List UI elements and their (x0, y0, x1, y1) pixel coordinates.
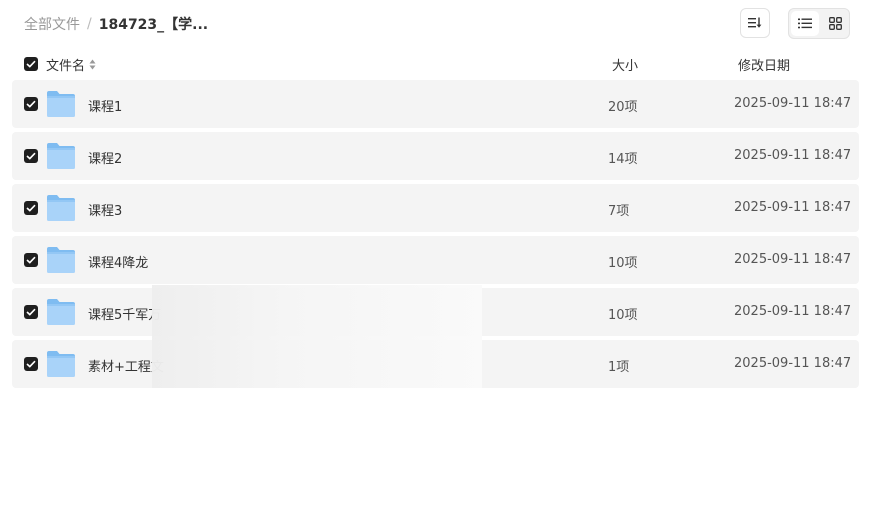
file-name: 课程5千军万 (88, 308, 162, 323)
list-view-icon (798, 18, 812, 29)
folder-icon (46, 142, 76, 174)
folder-icon (46, 298, 76, 330)
checkmark-icon (26, 204, 36, 212)
row-checkbox[interactable] (24, 149, 38, 163)
grid-view-button[interactable] (821, 9, 849, 38)
file-size: 14项 (608, 152, 638, 167)
checkmark-icon (26, 256, 36, 264)
folder-icon (46, 350, 76, 382)
file-row[interactable]: 课程5千军万 10项 2025-09-11 18:47 (12, 288, 859, 336)
file-name: 素材+工程文 (88, 360, 164, 375)
name-header-label: 文件名 (46, 59, 86, 74)
sort-icon (748, 17, 762, 28)
file-name: 课程1 (88, 100, 123, 115)
file-row[interactable]: 课程2 14项 2025-09-11 18:47 (12, 132, 859, 180)
checkmark-icon (26, 360, 36, 368)
row-checkbox[interactable] (24, 253, 38, 267)
file-date: 2025-09-11 18:47 (734, 304, 852, 319)
breadcrumb-current: 184723_【学... (98, 17, 209, 33)
file-date: 2025-09-11 18:47 (734, 200, 852, 215)
checkmark-icon (26, 152, 36, 160)
file-size: 1项 (608, 360, 630, 375)
row-checkbox[interactable] (24, 97, 38, 111)
size-column-header: 大小 (612, 59, 639, 74)
date-column-header: 修改日期 (738, 59, 791, 74)
checkmark-icon (26, 308, 36, 316)
folder-icon (46, 246, 76, 278)
file-size: 7项 (608, 204, 630, 219)
list-view-button[interactable] (791, 11, 819, 36)
file-size: 20项 (608, 100, 638, 115)
file-date: 2025-09-11 18:47 (734, 356, 852, 371)
grid-view-icon (828, 17, 842, 30)
table-header: 文件名 大小 修改日期 (12, 52, 859, 76)
file-date: 2025-09-11 18:47 (734, 96, 852, 111)
file-row[interactable]: 课程4降龙 10项 2025-09-11 18:47 (12, 236, 859, 284)
breadcrumb-separator: / (87, 16, 92, 32)
file-row[interactable]: 课程3 7项 2025-09-11 18:47 (12, 184, 859, 232)
row-checkbox[interactable] (24, 201, 38, 215)
file-row[interactable]: 课程1 20项 2025-09-11 18:47 (12, 80, 859, 128)
file-size: 10项 (608, 256, 638, 271)
file-row[interactable]: 素材+工程文 1项 2025-09-11 18:47 (12, 340, 859, 388)
file-list: 课程1 20项 2025-09-11 18:47 课程2 14项 2025-09… (12, 80, 859, 392)
breadcrumb-root[interactable]: 全部文件 (24, 14, 80, 34)
checkmark-icon (26, 60, 36, 68)
sort-button[interactable] (740, 8, 770, 38)
file-date: 2025-09-11 18:47 (734, 148, 852, 163)
checkmark-icon (26, 100, 36, 108)
sort-caret-icon (89, 59, 96, 70)
file-name: 课程2 (88, 152, 123, 167)
file-name: 课程4降龙 (88, 256, 149, 271)
file-name: 课程3 (88, 204, 123, 219)
select-all-checkbox[interactable] (24, 57, 38, 71)
row-checkbox[interactable] (24, 305, 38, 319)
name-column-header[interactable]: 文件名 (46, 55, 96, 74)
row-checkbox[interactable] (24, 357, 38, 371)
file-size: 10项 (608, 308, 638, 323)
file-date: 2025-09-11 18:47 (734, 252, 852, 267)
view-toggle (788, 8, 850, 39)
breadcrumb: 全部文件 / 184723_【学... (24, 14, 208, 34)
folder-icon (46, 90, 76, 122)
file-browser: 全部文件 / 184723_【学... 文件名 大小 修改日期 课程1 20项 … (0, 0, 874, 514)
folder-icon (46, 194, 76, 226)
